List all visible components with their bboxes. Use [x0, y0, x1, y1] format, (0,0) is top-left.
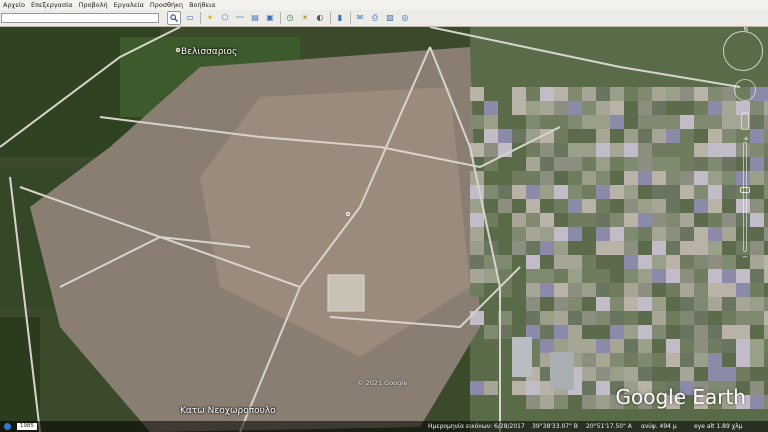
pegman-icon[interactable] [741, 112, 749, 130]
north-indicator-icon: N [743, 27, 749, 33]
sunlight-button[interactable]: ☀ [299, 12, 311, 24]
globe-icon [4, 423, 11, 430]
sunlight-icon: ☀ [301, 13, 309, 22]
ruler-button[interactable]: ▮ [334, 12, 346, 24]
google-earth-logo: Google Earth [615, 385, 746, 409]
view-in-maps-icon: ◎ [401, 13, 409, 22]
historical-imagery-button[interactable]: ◷ [284, 12, 296, 24]
elevation-readout: ανύψ. 494 μ [641, 423, 677, 430]
sidebar-toggle-icon: ▭ [186, 13, 194, 22]
eye-altitude-readout: eye alt 1.89 χλμ [694, 423, 743, 430]
historical-imagery-icon: ◷ [286, 13, 294, 22]
email-icon: ✉ [356, 13, 364, 22]
menu-edit[interactable]: Επεξεργασία [28, 0, 76, 10]
menu-help[interactable]: Βοήθεια [186, 0, 219, 10]
print-button[interactable]: ⎙ [369, 12, 381, 24]
add-overlay-icon: ▤ [251, 13, 259, 22]
menu-add[interactable]: Προσθήκη [147, 0, 186, 10]
sports-field [327, 274, 365, 312]
add-polygon-button[interactable]: ⬠ [219, 12, 231, 24]
placemark-dot[interactable] [176, 48, 180, 52]
save-image-icon: ▧ [386, 13, 394, 22]
add-polygon-icon: ⬠ [221, 13, 229, 22]
copyright-text: © 2021 Google [357, 379, 408, 387]
search-button[interactable] [167, 11, 181, 25]
sky-switch-button[interactable]: ◐ [314, 12, 326, 24]
sky-switch-icon: ◐ [316, 13, 324, 22]
record-tour-icon: ▣ [266, 13, 274, 22]
industrial-building [512, 337, 532, 377]
toolbar: ▭ ✦ ⬠ 〰 ▤ ▣ ◷ ☀ ◐ ▮ ✉ ⎙ ▧ ◎ [0, 10, 768, 27]
magnifier-icon [170, 14, 178, 22]
print-icon: ⎙ [371, 13, 379, 22]
look-joystick[interactable] [734, 79, 756, 101]
search-input[interactable] [1, 13, 159, 23]
add-overlay-button[interactable]: ▤ [249, 12, 261, 24]
toolbar-divider [350, 12, 351, 24]
status-bar: 1985 Ημερομηνία εικόνων: 6/28/2017 39°38… [0, 421, 768, 432]
placemark-dot[interactable] [346, 212, 350, 216]
save-image-button[interactable]: ▧ [384, 12, 396, 24]
industrial-building [550, 352, 574, 390]
toolbar-divider [280, 12, 281, 24]
longitude-readout: 20°51'17.50" A [586, 423, 632, 430]
record-tour-button[interactable]: ▣ [264, 12, 276, 24]
email-button[interactable]: ✉ [354, 12, 366, 24]
add-path-icon: 〰 [236, 13, 244, 22]
place-label-kato-neochoropoulo[interactable]: Κατω Νεοχωροπουλο [180, 406, 276, 416]
add-placemark-icon: ✦ [206, 13, 214, 22]
latitude-readout: 39°38'33.07" B [532, 423, 578, 430]
zoom-slider-handle[interactable] [740, 187, 750, 193]
menu-view[interactable]: Προβολή [76, 0, 111, 10]
toolbar-divider [200, 12, 201, 24]
view-in-maps-button[interactable]: ◎ [399, 12, 411, 24]
zoom-out-icon[interactable]: − [742, 253, 748, 261]
add-placemark-button[interactable]: ✦ [204, 12, 216, 24]
compass-ring[interactable] [723, 31, 763, 71]
add-path-button[interactable]: 〰 [234, 12, 246, 24]
map-view[interactable]: Βελισσαριος Κατω Νεοχωροπουλο © 2021 Goo… [0, 27, 768, 432]
sidebar-toggle-button[interactable]: ▭ [184, 12, 196, 24]
place-label-velissarios[interactable]: Βελισσαριος [181, 47, 237, 57]
menu-tools[interactable]: Εργαλεία [111, 0, 147, 10]
satellite-imagery [0, 27, 768, 432]
imagery-date: Ημερομηνία εικόνων: 6/28/2017 [428, 423, 525, 430]
menu-file[interactable]: Αρχείο [0, 0, 28, 10]
zoom-slider[interactable] [743, 142, 747, 252]
ruler-icon: ▮ [337, 13, 343, 22]
imagery-year-badge: 1985 [17, 423, 37, 430]
toolbar-divider [330, 12, 331, 24]
